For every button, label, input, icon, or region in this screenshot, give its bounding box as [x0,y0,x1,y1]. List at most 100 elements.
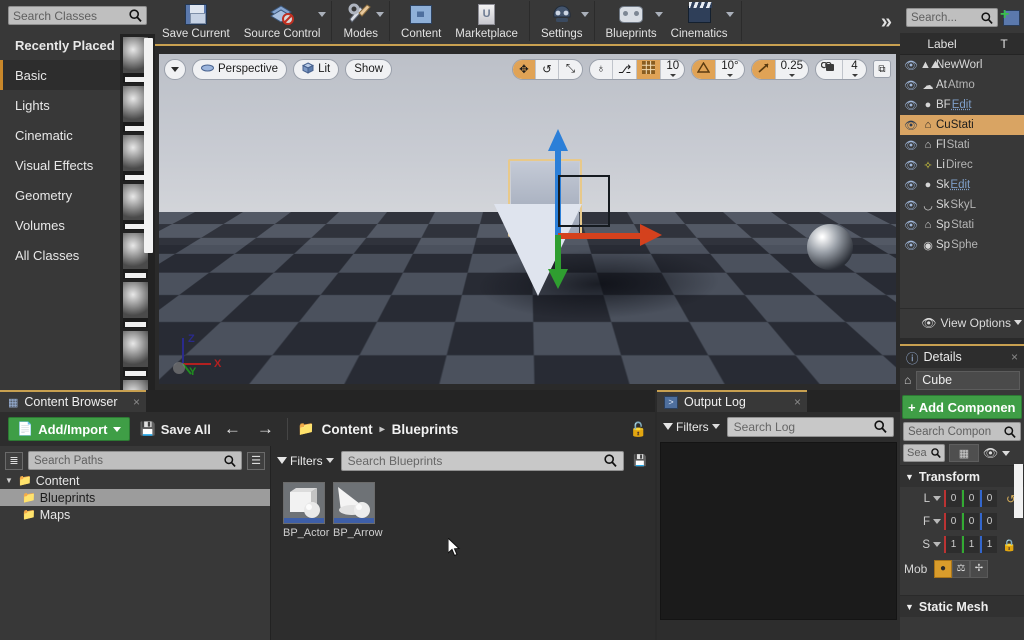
visibility-eye-icon[interactable]: 👁 [904,239,920,252]
location-vector-field[interactable]: 0 0 0 [944,490,997,507]
search-blueprints-input[interactable]: Search Blueprints [340,450,624,471]
place-actor-item[interactable] [123,380,148,390]
location-y-input[interactable]: 0 [962,490,979,507]
camera-speed-icon-cell[interactable] [816,59,843,79]
chrome-sphere[interactable] [807,224,853,270]
lock-icon[interactable]: 🔒 [1002,538,1016,552]
scale-y-input[interactable]: 1 [962,536,979,553]
eye-icon[interactable]: 👁 [983,446,998,460]
world-space-toggle[interactable]: ♁ [590,59,613,79]
movable-mobility-button[interactable]: ✢ [970,559,988,578]
tree-item-maps[interactable]: 📁 Maps [0,506,270,523]
grid-snap-value[interactable]: 10 [661,60,684,79]
section-static-mesh[interactable]: ▼ Static Mesh [900,595,1024,617]
rotation-y-input[interactable]: 0 [962,513,979,530]
grid-snap-toggle[interactable] [637,59,662,79]
content-browser-tab[interactable]: ▦ Content Browser × [0,390,146,412]
gizmo-x-axis[interactable] [558,233,644,239]
outliner-row-cube[interactable]: 👁 ⌂ Cu Stati [900,115,1024,135]
expander-icon[interactable]: ▼ [4,476,14,485]
view-mode-lit-button[interactable]: Lit [293,58,340,80]
outliner-row-bf[interactable]: 👁 ● BF Edit [900,95,1024,115]
search-paths-input[interactable]: Search Paths [28,451,242,470]
log-filters-button[interactable]: Filters [663,420,720,434]
translate-gizmo[interactable] [542,129,682,289]
add-import-button[interactable]: 📄 Add/Import [8,417,130,441]
visibility-eye-icon[interactable]: 👁 [904,219,920,232]
navigate-forward-button[interactable]: → [254,419,277,439]
location-z-input[interactable]: 0 [980,490,997,507]
close-icon[interactable]: × [133,395,140,409]
stationary-mobility-button[interactable]: ⚖ [952,559,970,578]
place-actors-scrollbar[interactable] [144,38,153,253]
camera-perspective-button[interactable]: Perspective [192,58,288,80]
chevron-down-icon[interactable] [725,12,734,17]
place-actor-item[interactable] [123,331,148,377]
gizmo-plane-handle[interactable] [558,175,610,227]
visibility-eye-icon[interactable]: 👁 [904,179,920,192]
static-mobility-button[interactable]: ● [934,559,952,578]
translate-mode-button[interactable]: ✥ [512,59,536,79]
add-actor-button[interactable] [1000,7,1020,26]
collapse-tree-icon[interactable]: ≣ [5,451,23,470]
gizmo-x-arrow[interactable] [640,224,662,246]
outliner-row-atmosphere[interactable]: 👁 ☁ At Atmo [900,75,1024,95]
details-grid-toggle[interactable]: ▦ [949,444,979,462]
outliner-row-sp-reflection[interactable]: 👁 ◉ Sp Sphe [900,235,1024,255]
settings-button[interactable]: Settings [534,0,590,44]
outliner-row-type[interactable]: Edit [950,179,970,191]
visibility-eye-icon[interactable]: 👁 [904,99,920,112]
close-icon[interactable]: × [794,395,801,409]
breadcrumb-content[interactable]: Content [322,422,373,437]
outliner-row-sp-static[interactable]: 👁 ⌂ Sp Stati [900,215,1024,235]
visibility-eye-icon[interactable]: 👁 [904,79,920,92]
scale-snap-toggle[interactable] [751,59,776,79]
rotate-mode-button[interactable]: ↺ [536,59,559,79]
search-log-input[interactable]: Search Log [726,416,894,437]
rotation-vector-field[interactable]: 0 0 0 [944,513,997,530]
save-all-button[interactable]: 💾 Save All [140,421,211,437]
chevron-down-icon[interactable] [933,496,941,501]
asset-bp-actor[interactable]: BP_Actor [283,482,329,539]
outliner-row-skylight[interactable]: 👁 ◡ Sk SkyL [900,195,1024,215]
column-type[interactable]: T [984,37,1024,51]
show-flags-button[interactable]: Show [345,58,393,80]
source-control-button[interactable]: Source Control [237,0,328,44]
output-log-text-area[interactable] [660,442,897,620]
outliner-row-world[interactable]: 👁 ▲⛰ NewWorl [900,55,1024,75]
rotation-snap-value[interactable]: 10° [716,60,743,79]
visibility-eye-icon[interactable]: 👁 [904,119,920,132]
outliner-row-sk[interactable]: 👁 ● Sk Edit [900,175,1024,195]
details-search-input[interactable]: Sea [903,444,945,462]
surface-snap-toggle[interactable]: ⎇ [613,59,638,79]
toolbar-overflow-button[interactable]: » [873,11,900,34]
cinematics-button[interactable]: Cinematics [664,0,735,44]
blueprints-button[interactable]: Blueprints [599,0,664,44]
close-icon[interactable]: × [1011,350,1018,364]
sources-options-icon[interactable]: ☰ [247,451,265,470]
outliner-search-input[interactable]: Search... [906,8,998,27]
level-viewport[interactable]: Z X Y Perspective Lit Show ✥ ↺ ⤡ ♁ ⎇ 10 … [159,54,896,384]
save-current-button[interactable]: Save Current [155,0,237,44]
scale-snap-value[interactable]: 0.25 [776,60,808,79]
scale-vector-field[interactable]: 1 1 1 [944,536,997,553]
column-label[interactable]: Label [900,37,984,51]
outliner-row-floor[interactable]: 👁 ⌂ Fl Stati [900,135,1024,155]
actor-name-field[interactable]: Cube [916,370,1020,390]
search-classes-input[interactable]: Search Classes [8,6,147,25]
place-actors-asset-list[interactable] [120,34,155,390]
rotation-x-input[interactable]: 0 [944,513,961,530]
outliner-view-options-button[interactable]: 👁 View Options [900,308,1024,336]
visibility-eye-icon[interactable]: 👁 [904,59,920,72]
modes-button[interactable]: Modes [336,0,385,44]
gizmo-y-arrow[interactable] [548,269,568,289]
gizmo-z-arrow[interactable] [548,129,568,151]
scale-mode-button[interactable]: ⤡ [559,60,582,79]
marketplace-button[interactable]: Marketplace [448,0,525,44]
rotation-z-input[interactable]: 0 [980,513,997,530]
content-button[interactable]: Content [394,0,448,44]
place-actor-item[interactable] [123,282,148,328]
filters-button[interactable]: Filters [277,454,334,468]
scale-x-input[interactable]: 1 [944,536,961,553]
chevron-down-icon[interactable] [933,519,941,524]
